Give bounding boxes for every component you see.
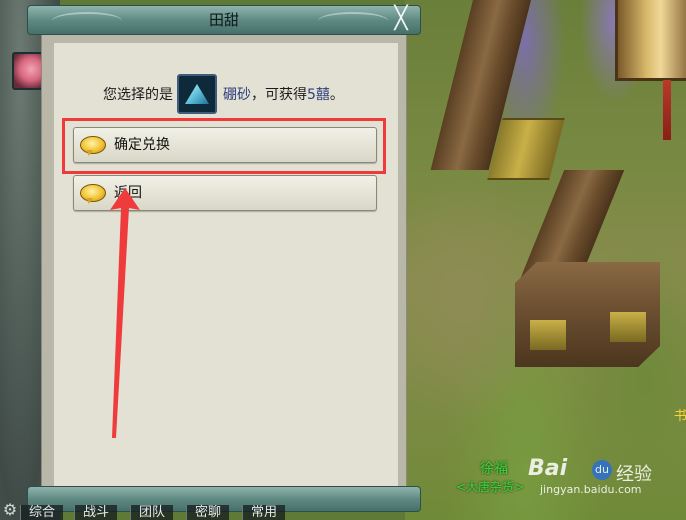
borax-crystal-icon[interactable]: [177, 74, 217, 114]
watermark-main: Bai: [528, 456, 568, 481]
base-brass-ornament: [610, 312, 646, 342]
gear-icon[interactable]: ⚙: [0, 500, 20, 520]
reward-amount: 5囍: [307, 87, 330, 103]
lantern: [615, 0, 686, 81]
close-icon[interactable]: ╳: [389, 8, 413, 32]
watermark-url: jingyan.baidu.com: [540, 483, 642, 496]
speech-bubble-icon: [80, 136, 106, 154]
option-label: 确定兑换: [114, 137, 170, 153]
edge-text: 书: [674, 409, 686, 424]
item-name: 硼砂: [223, 87, 251, 103]
npc-title: <大唐杂货>: [456, 480, 525, 494]
exchange-info: 您选择的是 硼砂 ，可获得 5囍 。: [103, 74, 344, 114]
dialog-title: 田甜: [208, 11, 239, 29]
chat-tab-team[interactable]: 团队: [130, 505, 174, 520]
baidu-watermark: Bai du 经验 jingyan.baidu.com: [528, 456, 680, 500]
chat-tab-battle[interactable]: 战斗: [74, 505, 118, 520]
dialog-title-bar[interactable]: 田甜 ╳: [27, 5, 421, 35]
chat-tab-general[interactable]: 综合: [20, 505, 64, 520]
chat-tab-private[interactable]: 密聊: [186, 505, 230, 520]
prompt-suffix: 。: [329, 87, 344, 103]
npc-dialog: 田甜 ╳ 您选择的是 硼砂 ，可获得 5囍 。 确定兑换 返回: [27, 5, 421, 513]
prompt-middle: ，可获得: [251, 87, 307, 103]
prompt-prefix: 您选择的是: [103, 87, 173, 103]
chat-tab-common[interactable]: 常用: [242, 505, 286, 520]
confirm-exchange-button[interactable]: 确定兑换: [73, 127, 377, 163]
arrow-annotation: [110, 188, 140, 438]
base-brass-ornament: [530, 320, 566, 350]
lantern-tassel: [663, 80, 671, 140]
npc-name[interactable]: 徐福: [480, 458, 508, 478]
paw-icon: du: [592, 460, 612, 480]
